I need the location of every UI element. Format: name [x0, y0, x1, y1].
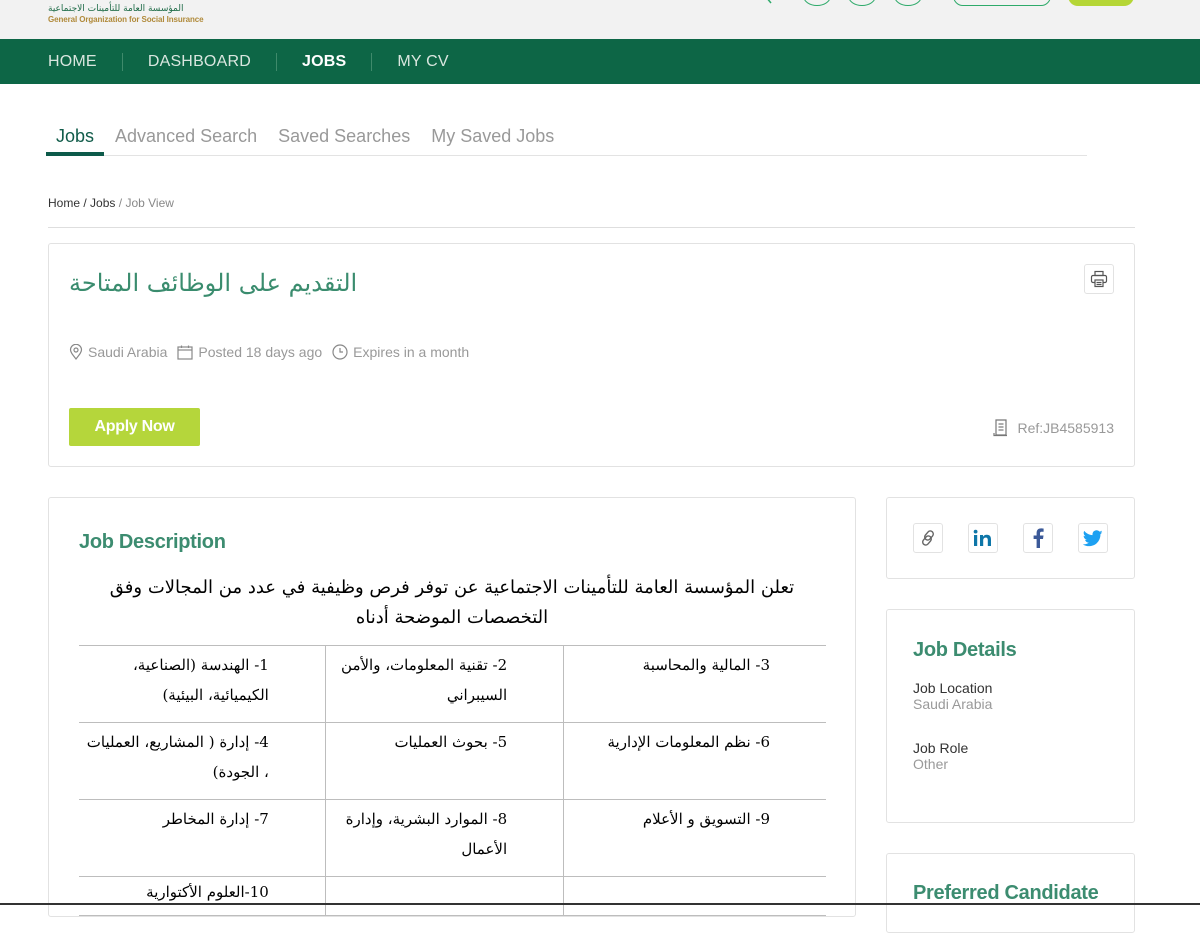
table-cell: 10-العلوم الأكتوارية — [79, 876, 326, 916]
table-cell: 2- تقنية المعلومات، والأمن السيبراني — [325, 645, 565, 723]
search-icon[interactable] — [758, 0, 772, 4]
table-row: 3- المالية والمحاسبة 2- تقنية المعلومات،… — [79, 645, 826, 723]
print-button[interactable] — [1084, 264, 1114, 294]
header-icon-button-3[interactable] — [894, 0, 922, 6]
job-title: التقديم على الوظائف المتاحة — [69, 269, 358, 297]
twitter-share-button[interactable] — [1078, 523, 1108, 553]
job-reference: Ref:JB4585913 — [993, 419, 1114, 437]
logo-arabic-text: المؤسسة العامة للتأمينات الاجتماعية — [48, 4, 184, 14]
job-header-card: التقديم على الوظائف المتاحة Saudi Arabia… — [48, 243, 1135, 467]
copy-link-button[interactable] — [913, 523, 943, 553]
job-details-heading: Job Details — [913, 639, 1017, 661]
main-nav: HOME DASHBOARD JOBS MY CV — [0, 39, 1200, 84]
printer-icon — [1090, 270, 1108, 288]
job-posted: Posted 18 days ago — [198, 344, 323, 360]
twitter-icon — [1083, 529, 1103, 546]
job-details-card: Job Details Job Location Saudi Arabia Jo… — [886, 609, 1135, 823]
calendar-icon — [177, 345, 194, 360]
share-card — [886, 497, 1135, 579]
table-cell: 3- المالية والمحاسبة — [563, 645, 826, 723]
field-label: Job Role — [913, 740, 969, 756]
breadcrumb-separator: / — [118, 196, 123, 210]
preferred-candidate-card: Preferred Candidate — [886, 853, 1135, 933]
table-cell: 1- الهندسة (الصناعية، الكيميائية، البيئي… — [79, 645, 326, 723]
gosi-logo[interactable]: المؤسسة العامة للتأمينات الاجتماعية Gene… — [48, 4, 204, 25]
nav-divider — [371, 52, 373, 71]
job-description-intro: تعلن المؤسسة العامة للتأمينات الاجتماعية… — [109, 577, 795, 628]
breadcrumb-current: Job View — [125, 196, 174, 210]
job-meta: Saudi Arabia Posted 18 days ago Expires … — [69, 344, 479, 360]
table-cell: 4- إدارة ( المشاريع، العمليات ، الجودة) — [79, 722, 326, 800]
linkedin-icon — [973, 529, 991, 546]
job-description-heading: Job Description — [79, 531, 226, 553]
facebook-share-button[interactable] — [1023, 523, 1053, 553]
job-role-field: Job Role Other — [913, 740, 968, 772]
nav-divider — [275, 52, 277, 71]
breadcrumb-jobs[interactable]: Jobs — [90, 196, 115, 210]
table-row: 10-العلوم الأكتوارية — [79, 876, 826, 916]
clock-icon — [332, 344, 348, 360]
jobs-tabs: Jobs Advanced Search Saved Searches My S… — [46, 118, 1087, 156]
table-cell: 9- التسويق و الأعلام — [563, 799, 826, 877]
linkedin-share-button[interactable] — [968, 523, 998, 553]
breadcrumb-home[interactable]: Home — [48, 196, 80, 210]
link-icon — [922, 530, 934, 546]
document-icon — [993, 419, 1008, 437]
header-primary-button[interactable] — [1068, 0, 1134, 6]
divider — [48, 227, 1135, 228]
field-value: Other — [913, 756, 949, 772]
breadcrumb: Home / Jobs / Job View — [48, 196, 174, 210]
preferred-candidate-heading: Preferred Candidate — [913, 882, 1099, 904]
table-cell: 5- بحوث العمليات — [325, 722, 565, 800]
table-cell: 6- نظم المعلومات الإدارية — [563, 722, 826, 800]
top-header: المؤسسة العامة للتأمينات الاجتماعية Gene… — [0, 0, 1200, 39]
table-cell — [325, 876, 565, 916]
header-icon-button-2[interactable] — [848, 0, 876, 6]
tab-jobs[interactable]: Jobs — [46, 118, 105, 156]
specializations-table: 3- المالية والمحاسبة 2- تقنية المعلومات،… — [79, 645, 826, 916]
logo-english-text: General Organization for Social Insuranc… — [48, 15, 204, 24]
table-cell — [563, 876, 826, 916]
nav-dashboard[interactable]: DASHBOARD — [148, 53, 251, 71]
header-icon-button-1[interactable] — [803, 0, 831, 6]
table-cell: 8- الموارد البشرية، وإدارة الأعمال — [325, 799, 565, 877]
facebook-icon — [1033, 528, 1044, 548]
tab-advanced-search[interactable]: Advanced Search — [105, 118, 267, 156]
nav-my-cv[interactable]: MY CV — [397, 53, 448, 71]
field-value: Saudi Arabia — [913, 696, 993, 712]
tab-saved-searches[interactable]: Saved Searches — [268, 118, 420, 156]
location-pin-icon — [69, 344, 83, 360]
table-row: 9- التسويق و الأعلام 8- الموارد البشرية،… — [79, 799, 826, 877]
job-location-field: Job Location Saudi Arabia — [913, 680, 992, 712]
nav-jobs[interactable]: JOBS — [302, 53, 346, 71]
tab-my-saved-jobs[interactable]: My Saved Jobs — [421, 118, 564, 156]
field-label: Job Location — [913, 680, 993, 696]
breadcrumb-separator: / — [83, 196, 87, 210]
job-location: Saudi Arabia — [88, 344, 168, 360]
nav-divider — [121, 52, 123, 71]
table-row: 6- نظم المعلومات الإدارية 5- بحوث العملي… — [79, 722, 826, 800]
header-outline-button[interactable] — [953, 0, 1051, 6]
job-expires: Expires in a month — [353, 344, 470, 360]
table-cell: 7- إدارة المخاطر — [79, 799, 326, 877]
job-description-card: Job Description تعلن المؤسسة العامة للتأ… — [48, 497, 856, 917]
apply-now-button[interactable]: Apply Now — [69, 408, 200, 446]
job-ref-number: Ref:JB4585913 — [1017, 420, 1114, 436]
nav-home[interactable]: HOME — [48, 53, 97, 71]
